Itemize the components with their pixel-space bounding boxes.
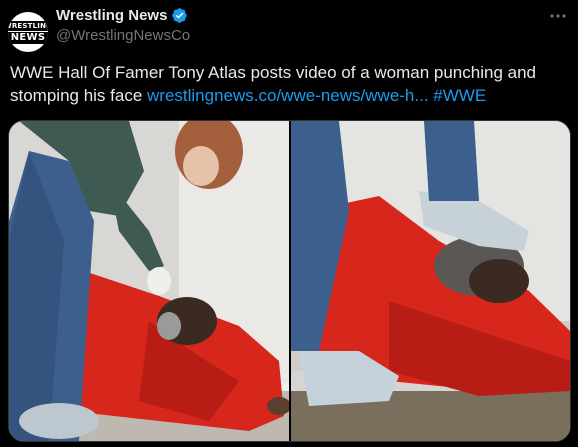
avatar-logo-line2: NEWS	[8, 31, 48, 44]
tweet-card[interactable]: WRESTLING NEWS Wrestling News @Wrestling…	[0, 0, 578, 447]
avatar[interactable]: WRESTLING NEWS	[8, 12, 48, 52]
more-options-icon[interactable]	[548, 6, 568, 26]
tweet-text: WWE Hall Of Famer Tony Atlas posts video…	[10, 61, 565, 107]
avatar-logo-line1: WRESTLING	[8, 20, 48, 31]
tweet-link[interactable]: wrestlingnews.co/wwe-news/wwe-h...	[147, 86, 429, 105]
user-handle[interactable]: @WrestlingNewsCo	[56, 27, 190, 44]
hashtag-link[interactable]: #WWE	[433, 86, 486, 105]
display-name[interactable]: Wrestling News	[56, 7, 167, 24]
woman-punching-man-image[interactable]	[9, 121, 291, 441]
media-grid[interactable]	[8, 120, 571, 442]
woman-stomping-man-image[interactable]	[291, 121, 570, 441]
author-name-row: Wrestling News	[56, 7, 188, 24]
verified-badge-icon	[172, 8, 188, 23]
